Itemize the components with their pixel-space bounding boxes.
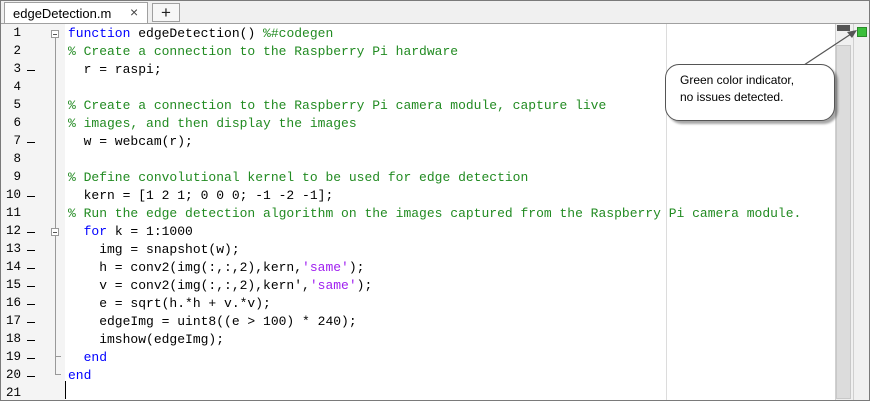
callout-text: no issues detected. bbox=[680, 90, 784, 104]
callout-pointer bbox=[800, 30, 857, 68]
annotation-callout: Green color indicator, no issues detecte… bbox=[665, 64, 835, 121]
callout-arrowhead bbox=[847, 30, 857, 38]
callout-text: Green color indicator, bbox=[680, 73, 795, 87]
callout-leader bbox=[800, 31, 855, 68]
editor-window: edgeDetection.m × + 1 2 3 4 5 6 7 8 9 10… bbox=[0, 0, 870, 401]
